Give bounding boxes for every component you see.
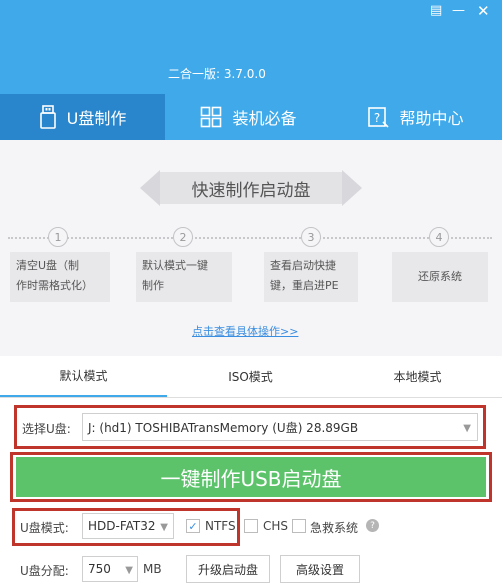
udisk-mode-label: U盘模式: bbox=[20, 521, 69, 535]
step-card: 还原系统 bbox=[392, 252, 488, 302]
upgrade-boot-disk-button[interactable]: 升级启动盘 bbox=[186, 555, 270, 583]
mode-tabs: 默认模式 ISO模式 本地模式 bbox=[0, 356, 502, 398]
steps-dotted-line bbox=[8, 237, 492, 239]
tab-label: U盘制作 bbox=[66, 109, 127, 128]
chevron-down-icon: ▼ bbox=[160, 522, 168, 533]
partition-unit: MB bbox=[143, 562, 162, 576]
tab-label: 装机必备 bbox=[232, 109, 297, 128]
tab-default-mode[interactable]: 默认模式 bbox=[0, 356, 167, 397]
help-doc-icon: ? bbox=[367, 106, 390, 128]
rescue-system-label: 急救系统 bbox=[310, 521, 359, 535]
step-number: 3 bbox=[301, 227, 321, 247]
tab-usb-make[interactable]: U盘制作 bbox=[0, 94, 165, 140]
udisk-label: 选择U盘: bbox=[22, 422, 71, 436]
view-details-link[interactable]: 点击查看具体操作>> bbox=[192, 323, 298, 339]
quick-guide-panel: 快速制作启动盘 1 2 3 4 清空U盘（制 作时需格式化） 默认模式一键 制作… bbox=[0, 140, 502, 356]
guide-title-ribbon: 快速制作启动盘 bbox=[140, 170, 362, 206]
step-number: 1 bbox=[48, 227, 68, 247]
tab-iso-mode[interactable]: ISO模式 bbox=[167, 356, 334, 397]
chevron-down-icon: ▼ bbox=[463, 423, 471, 434]
main-tabs: U盘制作 装机必备 ? 帮助中心 bbox=[0, 94, 502, 140]
minimize-icon[interactable]: — bbox=[452, 4, 465, 18]
partition-size-select[interactable]: 750 ▼ bbox=[82, 556, 138, 582]
chs-checkbox[interactable] bbox=[244, 519, 258, 533]
usb-drive-icon bbox=[39, 105, 57, 129]
step-number: 4 bbox=[429, 227, 449, 247]
udisk-mode-value: HDD-FAT32 bbox=[88, 519, 156, 533]
tab-label: 帮助中心 bbox=[399, 109, 464, 128]
help-icon[interactable]: ? bbox=[366, 519, 379, 532]
udisk-value: J: (hd1) TOSHIBATransMemory (U盘) 28.89GB bbox=[88, 420, 359, 435]
udisk-mode-select[interactable]: HDD-FAT32 ▼ bbox=[82, 513, 174, 539]
grid-icon bbox=[200, 106, 222, 128]
tab-help-center[interactable]: ? 帮助中心 bbox=[332, 94, 499, 140]
tab-local-mode[interactable]: 本地模式 bbox=[334, 356, 501, 397]
close-icon[interactable]: ✕ bbox=[477, 4, 490, 19]
step-card: 查看启动快捷 键，重启进PE bbox=[264, 252, 358, 302]
step-number: 2 bbox=[173, 227, 193, 247]
svg-text:?: ? bbox=[374, 111, 380, 125]
ntfs-checkbox[interactable]: ✓ bbox=[186, 519, 200, 533]
partition-label: U盘分配: bbox=[20, 564, 69, 578]
guide-title: 快速制作启动盘 bbox=[160, 172, 342, 204]
tab-install-essentials[interactable]: 装机必备 bbox=[165, 94, 332, 140]
advanced-settings-button[interactable]: 高级设置 bbox=[280, 555, 360, 583]
step-card: 清空U盘（制 作时需格式化） bbox=[10, 252, 110, 302]
rescue-system-checkbox[interactable] bbox=[292, 519, 306, 533]
chs-label: CHS bbox=[263, 519, 289, 533]
udisk-select[interactable]: J: (hd1) TOSHIBATransMemory (U盘) 28.89GB… bbox=[82, 413, 478, 441]
title-bar: ▤ — ✕ 二合一版: 3.7.0.0 U盘制作 装机必备 ? 帮助中心 bbox=[0, 0, 502, 140]
ntfs-label: NTFS bbox=[205, 519, 236, 533]
version-label: 二合一版: 3.7.0.0 bbox=[168, 67, 266, 81]
partition-size-value: 750 bbox=[88, 562, 111, 576]
make-usb-boot-button[interactable]: 一键制作USB启动盘 bbox=[16, 457, 486, 497]
chevron-down-icon: ▼ bbox=[125, 565, 133, 576]
step-card: 默认模式一键 制作 bbox=[136, 252, 232, 302]
menu-icon[interactable]: ▤ bbox=[430, 4, 442, 18]
